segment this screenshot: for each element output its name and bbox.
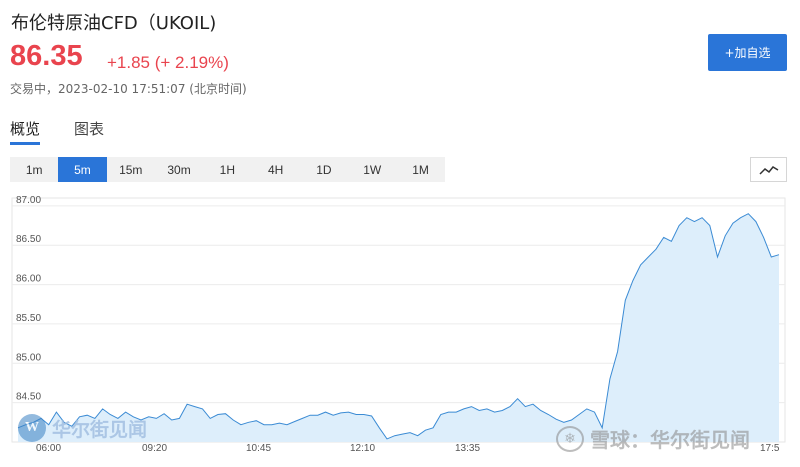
period-1h[interactable]: 1H [203, 157, 251, 182]
line-chart-icon [758, 165, 778, 175]
active-tab-indicator [10, 142, 40, 145]
y-tick-label: 86.50 [16, 234, 41, 245]
view-tabs: 概览 图表 [0, 110, 800, 146]
period-1m[interactable]: 1m [10, 157, 58, 182]
trading-status: 交易中，2023-02-10 17:51:07 (北京时间) [10, 82, 247, 96]
xueqiu-watermark-text: 雪球：华尔街见闻 [590, 428, 750, 452]
wallstreetcn-logo: W [18, 414, 46, 442]
x-tick-label: 10:45 [246, 443, 271, 454]
period-5m[interactable]: 5m [58, 157, 107, 182]
price-change: +1.85 (+ 2.19%) [107, 53, 229, 72]
tab-overview[interactable]: 概览 [10, 118, 40, 139]
chart-type-toggle-button[interactable] [750, 157, 787, 182]
x-tick-label: 09:20 [142, 443, 167, 454]
wallstreetcn-watermark: W 华尔街见闻 [18, 413, 147, 443]
x-tick-label: 06:00 [36, 443, 61, 454]
period-15m[interactable]: 15m [107, 157, 155, 182]
period-selector: 1m 5m 15m 30m 1H 4H 1D 1W 1M [10, 157, 445, 182]
wallstreetcn-watermark-text: 华尔街见闻 [52, 418, 148, 441]
x-tick-label: 13:35 [455, 443, 480, 454]
instrument-title: 布伦特原油CFD（UKOIL) [11, 13, 217, 34]
x-tick-label: 17:5 [760, 443, 780, 454]
period-1mo[interactable]: 1M [396, 157, 444, 182]
y-tick-label: 85.50 [16, 313, 41, 324]
y-tick-label: 84.50 [16, 392, 41, 403]
current-price: 86.35 [10, 40, 83, 72]
period-1w[interactable]: 1W [348, 157, 396, 182]
y-tick-label: 86.00 [16, 274, 41, 285]
x-tick-label: 12:10 [350, 443, 375, 454]
y-tick-label: 85.00 [16, 352, 41, 363]
y-tick-label: 87.00 [16, 195, 41, 206]
add-to-watchlist-button[interactable]: +加自选 [708, 34, 787, 71]
period-1d[interactable]: 1D [300, 157, 348, 182]
tab-chart[interactable]: 图表 [74, 118, 104, 139]
snowball-icon: ❄ [556, 425, 584, 452]
period-30m[interactable]: 30m [155, 157, 203, 182]
period-4h[interactable]: 4H [251, 157, 299, 182]
xueqiu-watermark: ❄ 雪球：华尔街见闻 [556, 424, 750, 453]
